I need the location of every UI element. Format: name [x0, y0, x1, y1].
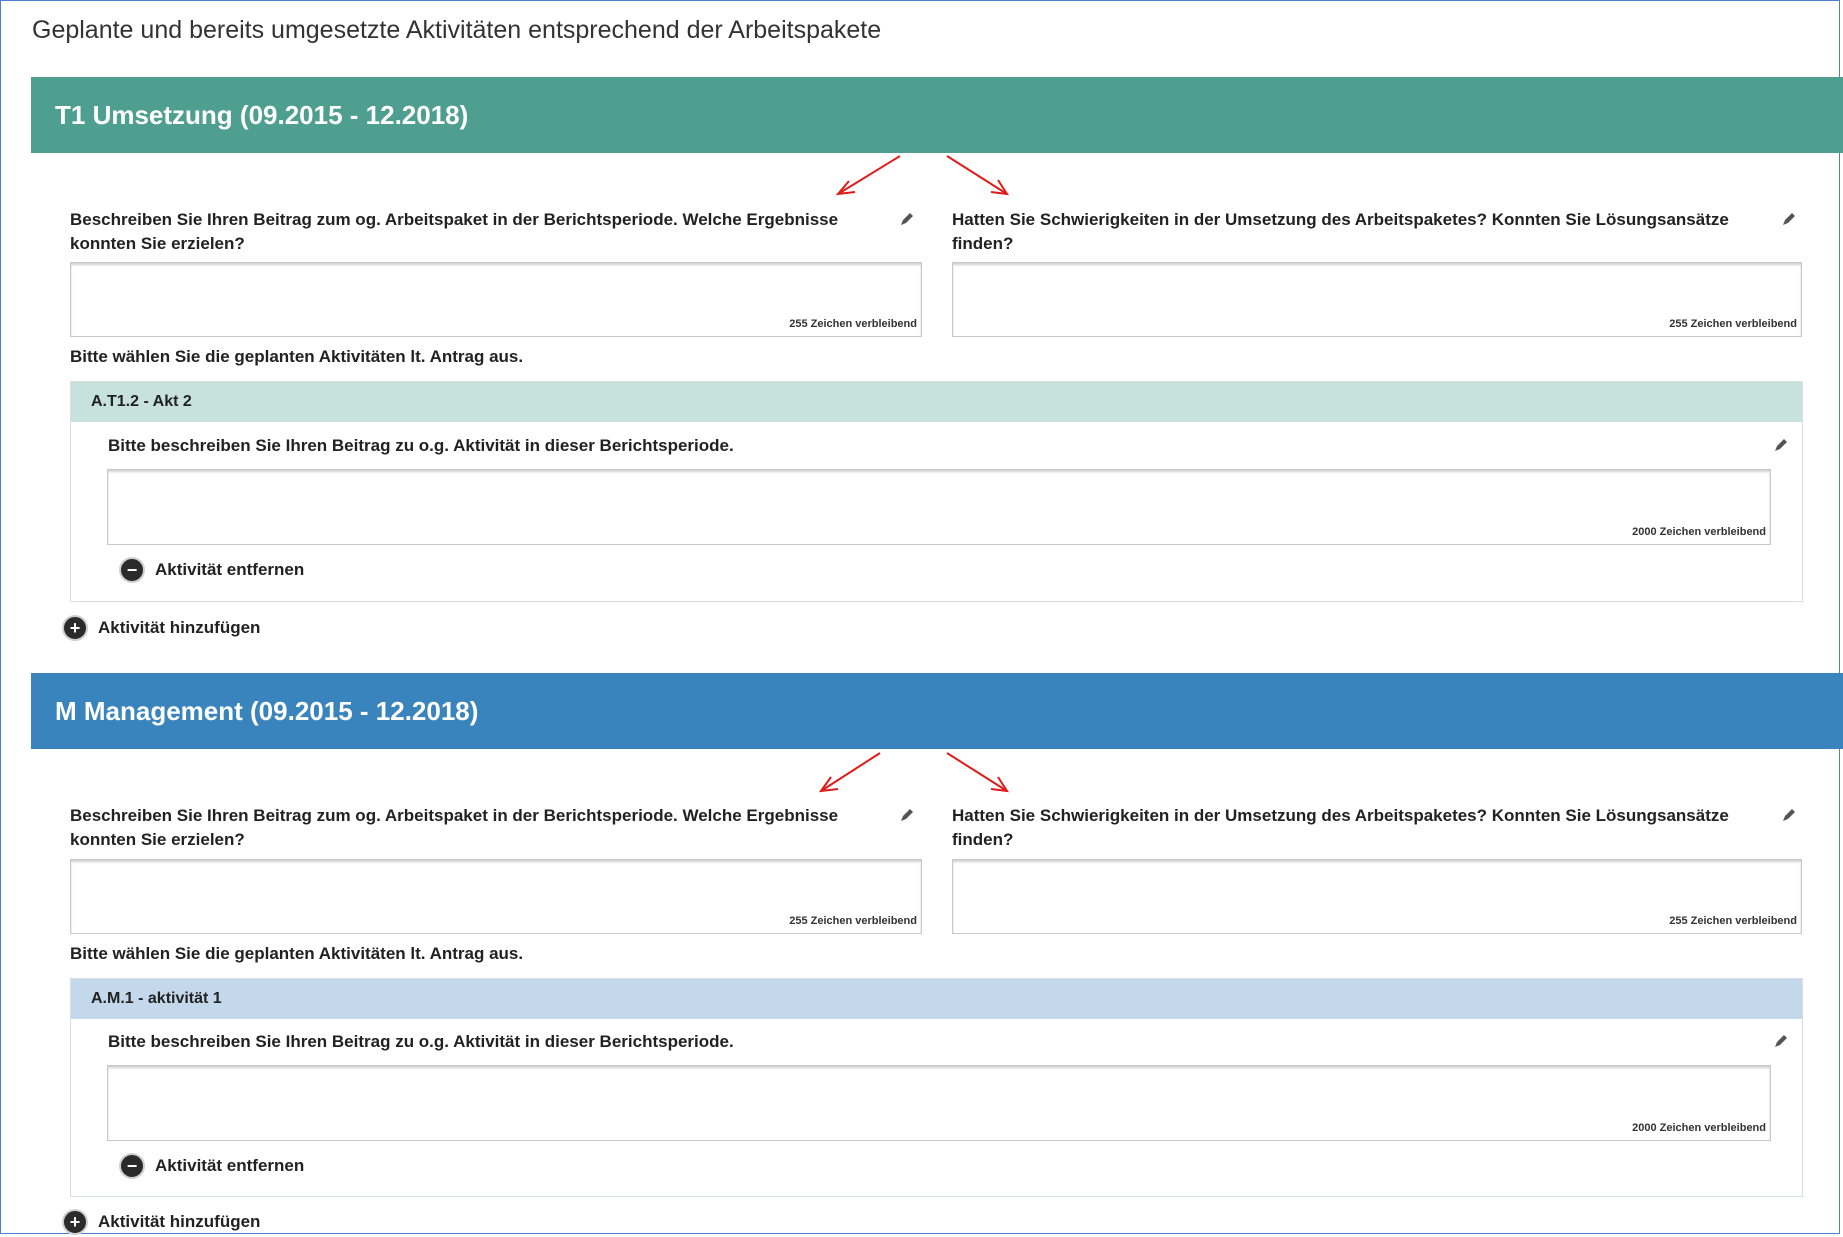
activity-description-label: Bitte beschreiben Sie Ihren Beitrag zu o…	[108, 1032, 734, 1051]
contribution-textarea[interactable]: 255 Zeichen verbleibend	[70, 262, 922, 337]
pencil-icon[interactable]	[1773, 437, 1789, 453]
section-header-t1: T1 Umsetzung (09.2015 - 12.2018)	[31, 77, 1843, 153]
activity-description-textarea[interactable]: 2000 Zeichen verbleibend	[107, 469, 1771, 545]
plus-circle-icon: +	[62, 615, 88, 641]
char-counter: 255 Zeichen verbleibend	[1669, 318, 1797, 330]
contribution-question-label: Beschreiben Sie Ihren Beitrag zum og. Ar…	[70, 210, 839, 253]
char-counter: 2000 Zeichen verbleibend	[1632, 526, 1766, 538]
remove-activity-button[interactable]: − Aktivität entfernen	[119, 1153, 304, 1179]
pencil-icon[interactable]	[899, 211, 915, 227]
work-package-t1: T1 Umsetzung (09.2015 - 12.2018) Beschre…	[31, 77, 1843, 672]
pencil-icon[interactable]	[1773, 1033, 1789, 1049]
pencil-icon[interactable]	[1781, 211, 1797, 227]
work-package-m: M Management (09.2015 - 12.2018) Beschre…	[31, 673, 1843, 1235]
char-counter: 255 Zeichen verbleibend	[1669, 915, 1797, 927]
contribution-question-label: Beschreiben Sie Ihren Beitrag zum og. Ar…	[70, 806, 839, 849]
add-activity-label: Aktivität hinzufügen	[98, 618, 261, 637]
activities-instruction: Bitte wählen Sie die geplanten Aktivität…	[70, 944, 524, 963]
difficulties-question-label: Hatten Sie Schwierigkeiten in der Umsetz…	[952, 210, 1729, 253]
difficulties-textarea[interactable]: 255 Zeichen verbleibend	[952, 262, 1802, 337]
contribution-textarea[interactable]: 255 Zeichen verbleibend	[70, 859, 922, 934]
pencil-icon[interactable]	[1781, 807, 1797, 823]
section-header-m: M Management (09.2015 - 12.2018)	[31, 673, 1843, 749]
plus-circle-icon: +	[62, 1209, 88, 1235]
activity-title: A.T1.2 - Akt 2	[71, 382, 1802, 422]
add-activity-button[interactable]: + Aktivität hinzufügen	[62, 615, 260, 641]
remove-activity-label: Aktivität entfernen	[155, 560, 305, 579]
char-counter: 255 Zeichen verbleibend	[789, 318, 917, 330]
char-counter: 2000 Zeichen verbleibend	[1632, 1122, 1766, 1134]
activity-description-label: Bitte beschreiben Sie Ihren Beitrag zu o…	[108, 436, 734, 455]
add-activity-button[interactable]: + Aktivität hinzufügen	[62, 1209, 260, 1235]
char-counter: 255 Zeichen verbleibend	[789, 915, 917, 927]
minus-circle-icon: −	[119, 1153, 145, 1179]
minus-circle-icon: −	[119, 557, 145, 583]
pencil-icon[interactable]	[899, 807, 915, 823]
activity-card: A.T1.2 - Akt 2 Bitte beschreiben Sie Ihr…	[70, 381, 1803, 602]
activities-instruction: Bitte wählen Sie die geplanten Aktivität…	[70, 347, 524, 366]
remove-activity-label: Aktivität entfernen	[155, 1156, 305, 1175]
activity-title: A.M.1 - aktivität 1	[71, 979, 1802, 1019]
remove-activity-button[interactable]: − Aktivität entfernen	[119, 557, 304, 583]
page-title: Geplante und bereits umgesetzte Aktivitä…	[32, 16, 882, 44]
difficulties-textarea[interactable]: 255 Zeichen verbleibend	[952, 859, 1802, 934]
activity-description-textarea[interactable]: 2000 Zeichen verbleibend	[107, 1065, 1771, 1141]
difficulties-question-label: Hatten Sie Schwierigkeiten in der Umsetz…	[952, 806, 1729, 849]
activity-card: A.M.1 - aktivität 1 Bitte beschreiben Si…	[70, 978, 1803, 1197]
add-activity-label: Aktivität hinzufügen	[98, 1212, 261, 1231]
